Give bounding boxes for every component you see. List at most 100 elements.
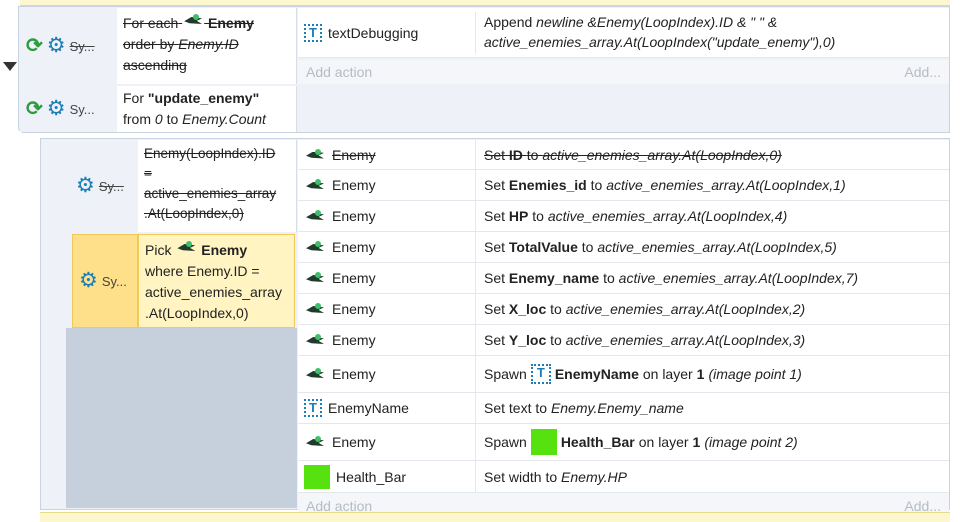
- enemy-sprite-icon: [304, 332, 326, 348]
- cond-text: =: [144, 166, 152, 181]
- action-variable: HP: [508, 208, 529, 224]
- action-row-spawn-health-bar[interactable]: Enemy Spawn Health_Bar on layer 1 (image…: [298, 424, 949, 461]
- action-row-spawn-enemyname[interactable]: Enemy Spawn T EnemyName on layer 1 (imag…: [298, 356, 949, 393]
- action-row-set-width[interactable]: Health_Bar Set width to Enemy.HP: [298, 461, 949, 493]
- health-bar-sprite-icon: [530, 429, 557, 455]
- enemy-sprite-icon: [304, 270, 326, 286]
- action-object-name: Enemy: [332, 270, 376, 286]
- cond-object: Enemy: [208, 15, 254, 31]
- system-gear-icon: ⚙: [76, 174, 95, 197]
- action-variable: Enemy_name: [508, 270, 600, 286]
- enemy-sprite-icon: [175, 239, 197, 255]
- action-expression: Enemy.HP: [561, 468, 627, 485]
- action-row-set-hp[interactable]: Enemy Set HP to active_enemies_array.At(…: [298, 201, 949, 232]
- cond-text: For each: [123, 15, 179, 31]
- action-verb: Spawn: [484, 434, 527, 450]
- condition-foreach-ordered[interactable]: For each Enemy order by Enemy.ID ascendi…: [117, 8, 297, 84]
- action-object-name: Enemy: [332, 366, 376, 382]
- system-label: Sy...: [101, 273, 127, 289]
- action-list: Enemy Set ID to active_enemies_array.At(…: [298, 140, 949, 519]
- add-action-link[interactable]: Add action: [306, 64, 372, 80]
- action-verb: Spawn: [484, 366, 527, 382]
- cond-text: order by: [123, 36, 175, 52]
- add-action-row[interactable]: Add action Add...: [298, 60, 949, 84]
- action-variable: ID: [508, 146, 523, 163]
- cond-from: 0: [154, 111, 163, 127]
- action-expression: active_enemies_array.At(LoopIndex,4): [547, 208, 788, 224]
- loop-icon: ⟳: [26, 98, 43, 120]
- cond-text: to: [166, 111, 179, 127]
- cond-text: active_enemies_array: [145, 284, 282, 300]
- action-expression: active_enemies_array.At(LoopIndex,2): [565, 301, 806, 317]
- system-gear-icon: ⚙: [46, 34, 66, 57]
- condition-pick-enemy[interactable]: Pick Enemy where Enemy.ID = active_enemi…: [138, 234, 295, 328]
- system-condition-foreach[interactable]: ⟳ ⚙ Sy...: [20, 8, 117, 84]
- action-row-set-enemies-id[interactable]: Enemy Set Enemies_id to active_enemies_a…: [298, 170, 949, 201]
- action-verb: Set: [484, 301, 506, 317]
- action-text: to: [550, 301, 562, 317]
- action-object-name: Enemy: [332, 208, 376, 224]
- action-row-set-x-loc[interactable]: Enemy Set X_loc to active_enemies_array.…: [298, 294, 949, 325]
- text-object-icon: T: [304, 399, 322, 417]
- action-verb: Set: [484, 208, 506, 224]
- action-expression: active_enemies_array.At(LoopIndex,3): [565, 332, 806, 348]
- action-row-set-text[interactable]: T EnemyName Set text to Enemy.Enemy_name: [298, 393, 949, 424]
- action-layer: 1: [692, 434, 701, 450]
- condition-compare-id[interactable]: Enemy(LoopIndex).ID = active_enemies_arr…: [138, 140, 297, 232]
- cond-text: Enemy(LoopIndex).ID: [144, 146, 276, 161]
- action-object-name: Health_Bar: [336, 468, 407, 485]
- text-object-icon: T: [304, 24, 322, 42]
- action-image-point: (image point 1): [708, 366, 802, 382]
- system-condition-for[interactable]: ⟳ ⚙ Sy...: [20, 86, 117, 132]
- action-object-name: Enemy: [332, 239, 376, 255]
- system-condition-pick[interactable]: ⚙ Sy...: [72, 234, 138, 328]
- add-more-link[interactable]: Add...: [904, 64, 941, 80]
- action-object-name: Enemy: [332, 146, 376, 163]
- next-event-strip: [40, 512, 950, 522]
- health-bar-sprite-icon: [304, 464, 330, 489]
- action-row-set-y-loc[interactable]: Enemy Set Y_loc to active_enemies_array.…: [298, 325, 949, 356]
- system-gear-icon: ⚙: [46, 97, 66, 120]
- action-verb: Set text to: [484, 400, 548, 416]
- enemy-sprite-icon: [304, 147, 326, 163]
- action-object-name: Enemy: [332, 177, 376, 193]
- action-text: to: [526, 146, 539, 163]
- action-verb: Set width to: [484, 468, 558, 485]
- action-text: to: [590, 177, 603, 193]
- system-gear-icon: ⚙: [79, 269, 98, 292]
- action-verb: Set: [484, 146, 506, 163]
- cond-expression: Enemy.ID: [178, 36, 239, 52]
- action-verb: Set: [484, 177, 506, 193]
- action-row-append[interactable]: T textDebugging Append newline &Enemy(Lo…: [298, 8, 949, 58]
- enemy-sprite-icon: [304, 177, 326, 193]
- action-expression: active_enemies_array.At(LoopIndex,5): [597, 239, 837, 255]
- action-expression: newline &Enemy(LoopIndex).ID & " " & act…: [484, 14, 836, 50]
- action-verb: Set: [484, 270, 506, 286]
- enemy-sprite-icon: [304, 239, 326, 255]
- cond-text: where Enemy.ID =: [145, 263, 260, 279]
- collapse-arrow-icon[interactable]: [3, 62, 17, 71]
- action-text: to: [603, 270, 615, 286]
- action-variable: Enemies_id: [508, 177, 587, 193]
- system-label: Sy...: [69, 101, 95, 117]
- action-expression: active_enemies_array.At(LoopIndex,0): [542, 146, 782, 163]
- enemy-sprite-icon: [304, 434, 326, 450]
- cond-text: For: [123, 90, 144, 106]
- cond-text: active_enemies_array: [144, 186, 277, 201]
- action-object-name: textDebugging: [328, 25, 419, 41]
- enemy-sprite-icon: [304, 366, 326, 382]
- system-condition-compare[interactable]: ⚙ Sy...: [70, 140, 137, 232]
- enemy-sprite-icon: [304, 301, 326, 317]
- loop-icon: ⟳: [26, 35, 43, 57]
- action-text: on layer: [642, 366, 693, 382]
- action-row-set-totalvalue[interactable]: Enemy Set TotalValue to active_enemies_a…: [298, 232, 949, 263]
- cond-to: Enemy.Count: [182, 111, 266, 127]
- condition-for-loop[interactable]: For "update_enemy" from 0 to Enemy.Count: [117, 86, 297, 132]
- subevent-gutter: [66, 328, 297, 508]
- action-row-set-enemy-name[interactable]: Enemy Set Enemy_name to active_enemies_a…: [298, 263, 949, 294]
- action-row-set-id[interactable]: Enemy Set ID to active_enemies_array.At(…: [298, 140, 949, 170]
- action-verb: Append: [484, 14, 533, 30]
- enemy-sprite-icon: [304, 208, 326, 224]
- action-expression: Enemy.Enemy_name: [550, 400, 684, 416]
- action-variable: Y_loc: [508, 332, 547, 348]
